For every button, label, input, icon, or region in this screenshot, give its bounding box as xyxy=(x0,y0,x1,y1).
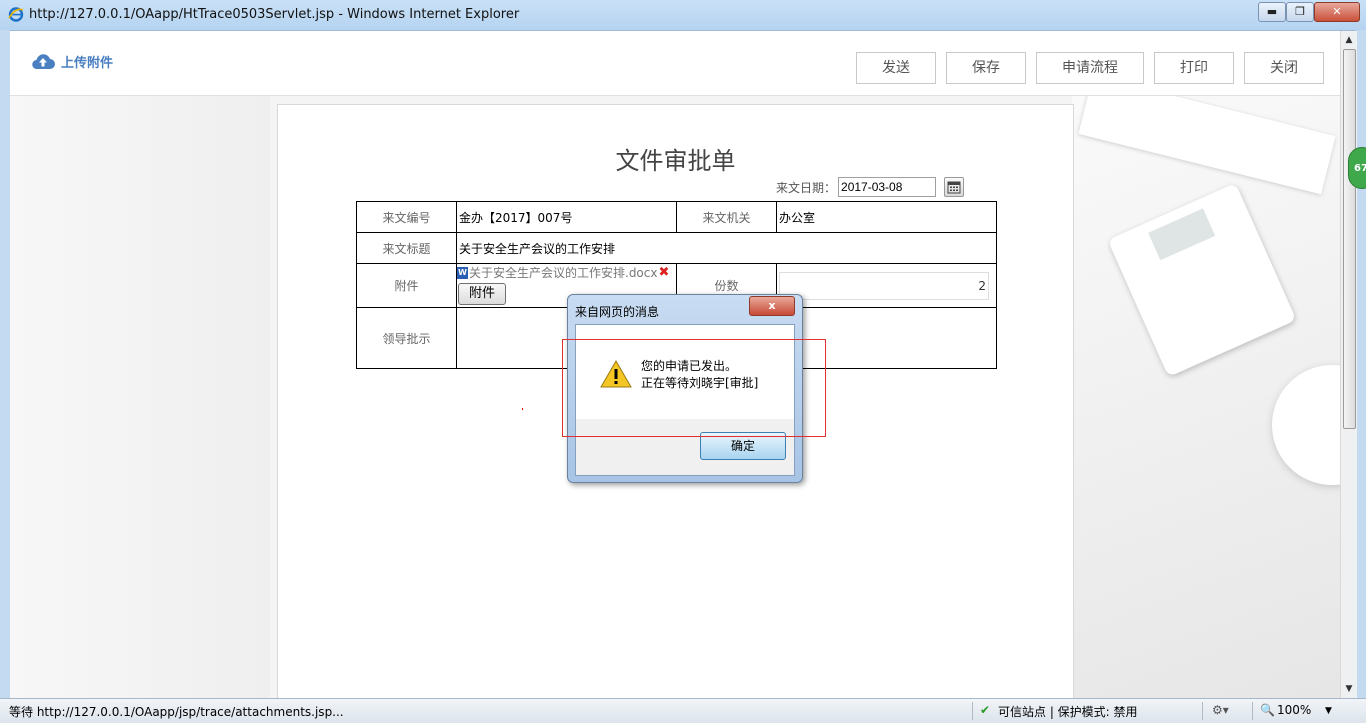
copies-input[interactable]: 2 xyxy=(779,271,989,300)
maximize-icon: ❐ xyxy=(1295,5,1305,18)
attachment-label: 附件 xyxy=(356,263,457,308)
cloud-upload-icon xyxy=(32,54,55,70)
date-row: 来文日期： 2017-03-08 xyxy=(776,176,965,198)
window-title: http://127.0.0.1/OAapp/HtTrace0503Servle… xyxy=(29,7,520,22)
attachment-filename[interactable]: 关于安全生产会议的工作安排.docx xyxy=(469,264,657,281)
zoom-level[interactable]: 100% xyxy=(1277,703,1311,717)
org-value[interactable]: 办公室 xyxy=(776,201,997,233)
save-button[interactable]: 保存 xyxy=(946,52,1026,84)
doc-number-label: 来文编号 xyxy=(356,201,457,233)
window-close-button[interactable]: ✕ xyxy=(1314,2,1360,22)
toolbar: 上传附件 发送 保存 申请流程 打印 关闭 xyxy=(10,31,1340,96)
highlight-box xyxy=(562,339,826,437)
window-frame-right xyxy=(1356,30,1366,698)
word-document-icon: W xyxy=(457,266,468,279)
date-input[interactable]: 2017-03-08 xyxy=(838,177,937,197)
close-button[interactable]: 关闭 xyxy=(1244,52,1324,84)
status-url: 等待 http://127.0.0.1/OAapp/jsp/trace/atta… xyxy=(9,705,344,719)
ie-browser-icon xyxy=(8,7,24,22)
delete-attachment-icon[interactable]: ✖ xyxy=(658,265,669,280)
subject-value[interactable]: 关于安全生产会议的工作安排 xyxy=(456,232,997,264)
apply-workflow-button[interactable]: 申请流程 xyxy=(1036,52,1144,84)
minimize-button[interactable]: ▬ xyxy=(1258,2,1286,22)
subject-label: 来文标题 xyxy=(356,232,457,264)
scroll-up-icon[interactable]: ▲ xyxy=(1341,32,1357,48)
calendar-icon[interactable] xyxy=(944,177,965,197)
upload-label: 上传附件 xyxy=(61,55,114,71)
trusted-check-icon: ✔ xyxy=(980,703,991,717)
maximize-button[interactable]: ❐ xyxy=(1286,2,1314,22)
zoom-icon: 🔍 xyxy=(1260,703,1275,717)
floating-badge[interactable]: 67 xyxy=(1348,147,1366,189)
copies-cell: 2 xyxy=(776,263,997,308)
doc-number-value[interactable]: 金办【2017】007号 xyxy=(456,201,677,233)
leader-instruction-label: 领导批示 xyxy=(356,307,457,369)
upload-attachment-link[interactable]: 上传附件 xyxy=(31,51,113,71)
status-bar: 等待 http://127.0.0.1/OAapp/jsp/trace/atta… xyxy=(0,698,1366,723)
window-titlebar: http://127.0.0.1/OAapp/HtTrace0503Servle… xyxy=(0,0,1366,31)
cup-decoration xyxy=(1272,365,1340,485)
attachment-button[interactable]: 附件 xyxy=(458,283,506,305)
attachment-item: W 关于安全生产会议的工作安排.docx ✖ xyxy=(457,264,676,281)
date-label: 来文日期： xyxy=(776,180,837,195)
close-icon: ✕ xyxy=(1332,5,1342,18)
dialog-close-button[interactable]: x xyxy=(749,296,795,316)
send-button[interactable]: 发送 xyxy=(856,52,936,84)
security-settings-icon[interactable]: ⚙▾ xyxy=(1212,703,1229,717)
vertical-scrollbar[interactable]: ▲ ▼ xyxy=(1340,31,1357,698)
form-title: 文件审批单 xyxy=(615,147,736,175)
zoom-dropdown-icon[interactable]: ▼ xyxy=(1325,706,1332,716)
background-decoration xyxy=(1072,75,1340,698)
security-zone[interactable]: 可信站点 | 保护模式: 禁用 xyxy=(998,703,1138,720)
print-button[interactable]: 打印 xyxy=(1154,52,1234,84)
artifact-mark xyxy=(522,408,523,410)
minimize-icon: ▬ xyxy=(1266,5,1278,18)
dialog-title: 来自网页的消息 xyxy=(575,305,660,319)
dialog-close-icon: x xyxy=(768,299,776,312)
scroll-down-icon[interactable]: ▼ xyxy=(1341,681,1357,697)
background-left xyxy=(10,95,270,698)
scroll-thumb[interactable] xyxy=(1343,49,1356,429)
calculator-decoration xyxy=(1107,183,1297,377)
window-frame-left xyxy=(0,30,10,698)
org-label: 来文机关 xyxy=(676,201,777,233)
